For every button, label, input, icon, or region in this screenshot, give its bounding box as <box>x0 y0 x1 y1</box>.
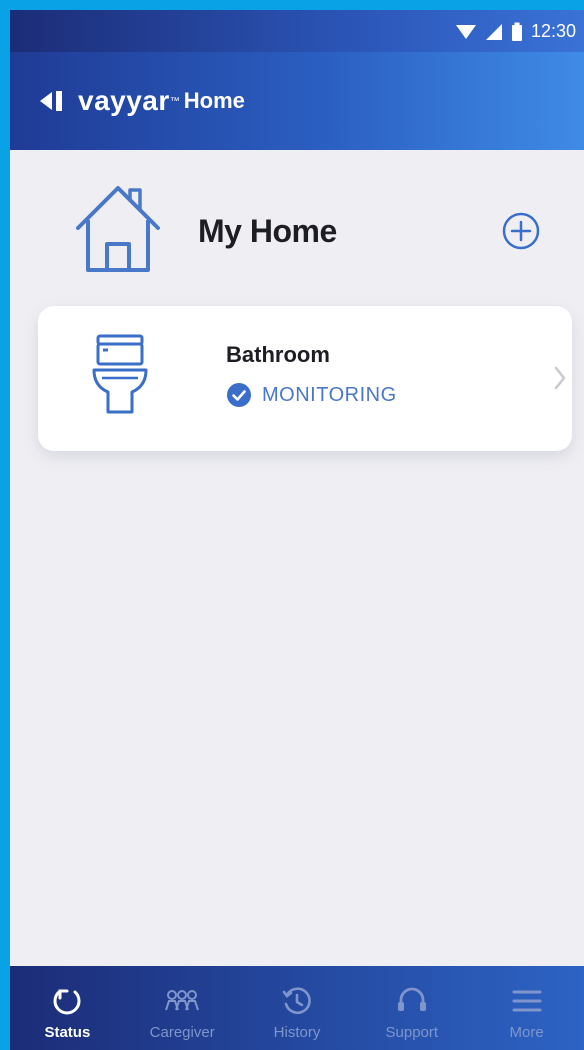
status-time: 12:30 <box>530 21 576 41</box>
room-name: Bathroom <box>226 342 330 367</box>
nav-label-status: Status <box>44 1024 91 1041</box>
vayyar-logo-icon <box>40 91 62 111</box>
status-icon <box>53 989 81 1015</box>
brand-name: vayyar <box>78 85 170 116</box>
menu-icon <box>512 990 542 1012</box>
app-screen: 12:30 vayyar ™ Home My Home Bathroom MON… <box>10 10 584 1050</box>
caregiver-icon <box>165 990 200 1011</box>
nav-label-history: History <box>273 1024 321 1041</box>
room-card-bathroom[interactable]: Bathroom MONITORING <box>38 306 572 451</box>
nav-label-more: More <box>509 1024 544 1041</box>
add-room-button[interactable] <box>500 210 542 252</box>
nav-history[interactable]: History <box>240 966 355 1050</box>
chevron-right-icon <box>554 366 566 390</box>
toilet-icon <box>92 334 148 414</box>
nav-caregiver[interactable]: Caregiver <box>125 966 240 1050</box>
bottom-navigation: Status Caregiver History Support More <box>10 966 584 1050</box>
cellular-signal-icon <box>485 23 502 40</box>
room-status: MONITORING <box>226 382 397 408</box>
nav-support[interactable]: Support <box>354 966 469 1050</box>
home-title: My Home <box>198 213 337 249</box>
house-icon <box>76 186 160 272</box>
room-status-label: MONITORING <box>262 383 397 406</box>
history-icon <box>282 987 311 1014</box>
home-header: My Home <box>10 175 584 285</box>
nav-more[interactable]: More <box>469 966 584 1050</box>
brand-trademark: ™ <box>169 95 180 107</box>
nav-status[interactable]: Status <box>10 966 125 1050</box>
product-name: Home <box>183 88 245 113</box>
nav-label-support: Support <box>385 1024 439 1041</box>
status-icons: 12:30 <box>455 21 576 42</box>
brand-logo: vayyar ™ Home <box>38 85 245 117</box>
nav-label-caregiver: Caregiver <box>149 1024 215 1041</box>
battery-icon <box>511 22 522 41</box>
wifi-icon <box>455 24 476 39</box>
status-bar: 12:30 <box>10 10 584 52</box>
check-circle-icon <box>227 383 251 407</box>
support-icon <box>397 987 426 1011</box>
app-header: vayyar ™ Home <box>10 52 584 150</box>
